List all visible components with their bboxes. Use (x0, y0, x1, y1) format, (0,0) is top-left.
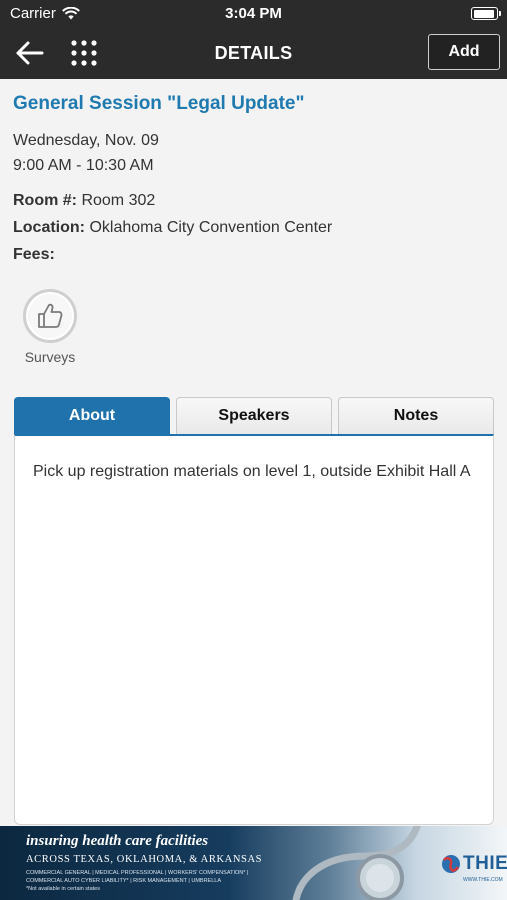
navigation-bar: DETAILS Add (0, 28, 507, 79)
battery-fill (473, 9, 495, 18)
clock: 3:04 PM (225, 5, 282, 22)
banner-subline: ACROSS TEXAS, OKLAHOMA, & ARKANSAS (26, 854, 263, 865)
tab-speakers[interactable]: Speakers (176, 397, 332, 434)
location-value: Oklahoma City Convention Center (89, 219, 333, 236)
ad-banner[interactable]: insuring health care facilities ACROSS T… (0, 826, 507, 900)
fees-label: Fees: (13, 246, 55, 263)
banner-lines-of-business: COMMERCIAL GENERAL | MEDICAL PROFESSIONA… (26, 869, 276, 893)
tab-notes[interactable]: Notes (338, 397, 494, 434)
thumbs-up-icon (38, 303, 63, 328)
surveys-circle[interactable] (23, 289, 77, 343)
banner-logo-text: THIE (463, 853, 507, 874)
back-arrow-icon[interactable] (14, 39, 46, 67)
grid-menu-icon[interactable] (70, 39, 98, 67)
banner-headline: insuring health care facilities (26, 833, 209, 849)
session-date: Wednesday, Nov. 09 (13, 132, 159, 149)
banner-logo: THIE (441, 852, 507, 876)
room-label: Room #: (13, 192, 77, 209)
stethoscope-icon (292, 826, 421, 900)
tab-about[interactable]: About (14, 397, 170, 434)
banner-footnote: *Not available in certain states (26, 886, 100, 892)
banner-logo-url: WWW.THIE.COM (463, 877, 503, 883)
session-title: General Session "Legal Update" (13, 93, 305, 114)
location-row: Location: Oklahoma City Convention Cente… (13, 214, 498, 241)
tab-bar: About Speakers Notes (14, 397, 494, 434)
room-value: Room 302 (81, 192, 156, 209)
surveys-label: Surveys (24, 349, 76, 365)
thie-globe-icon (442, 855, 460, 873)
location-label: Location: (13, 219, 85, 236)
fees-row: Fees: (13, 241, 498, 268)
about-text: Pick up registration materials on level … (33, 463, 471, 480)
session-time: 9:00 AM - 10:30 AM (13, 157, 154, 174)
surveys-button[interactable]: Surveys (14, 289, 86, 365)
room-row: Room #: Room 302 (13, 187, 498, 214)
add-button[interactable]: Add (428, 34, 500, 70)
banner-lines-text: COMMERCIAL GENERAL | MEDICAL PROFESSIONA… (26, 870, 249, 884)
battery-icon (471, 7, 501, 20)
session-details: General Session "Legal Update" Wednesday… (13, 93, 498, 268)
about-panel: Pick up registration materials on level … (14, 434, 494, 825)
status-bar: Carrier 3:04 PM (0, 0, 507, 28)
